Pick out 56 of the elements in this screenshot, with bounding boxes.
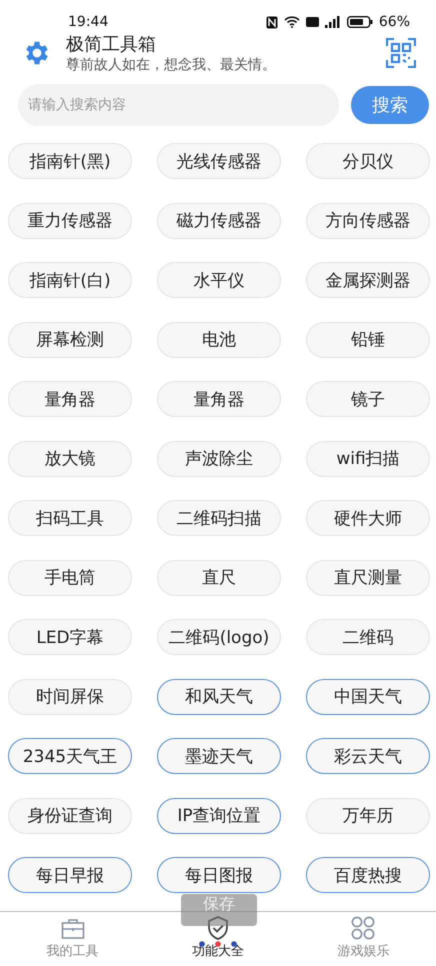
- tool-button[interactable]: 光线传感器: [157, 143, 281, 179]
- app-subtitle: 尊前故人如在，想念我、最关情。: [66, 56, 277, 74]
- tool-button[interactable]: LED字幕: [8, 619, 132, 655]
- tool-button[interactable]: 量角器: [8, 381, 132, 417]
- tool-button[interactable]: 指南针(白): [8, 262, 132, 298]
- tool-button[interactable]: 放大镜: [8, 440, 132, 476]
- qr-scan-icon[interactable]: [386, 38, 416, 68]
- hd-icon: [306, 17, 319, 27]
- tool-button[interactable]: 彩云天气: [306, 738, 430, 774]
- tool-button[interactable]: 二维码(logo): [157, 619, 281, 655]
- tool-button[interactable]: 直尺测量: [306, 560, 430, 596]
- tool-button[interactable]: 手电筒: [8, 560, 132, 596]
- search-field[interactable]: 请输入搜索内容: [18, 84, 339, 126]
- wifi-icon: [284, 16, 300, 28]
- tool-button[interactable]: wifi扫描: [306, 440, 430, 476]
- tool-button[interactable]: 水平仪: [157, 262, 281, 298]
- tool-button[interactable]: 身份证查询: [8, 798, 132, 834]
- tool-button[interactable]: 量角器: [157, 381, 281, 417]
- battery-icon: [346, 16, 373, 28]
- tool-button[interactable]: 直尺: [157, 560, 281, 596]
- tool-button[interactable]: 扫码工具: [8, 500, 132, 536]
- tool-button[interactable]: 二维码扫描: [157, 500, 281, 536]
- tool-button[interactable]: 万年历: [306, 798, 430, 834]
- tool-button[interactable]: 分贝仪: [306, 143, 430, 179]
- tool-button[interactable]: 声波除尘: [157, 440, 281, 476]
- tool-button[interactable]: 时间屏保: [8, 678, 132, 714]
- tool-button[interactable]: 每日早报: [8, 857, 132, 893]
- nav-tab[interactable]: 我的工具: [0, 912, 146, 964]
- tool-button[interactable]: 方向传感器: [306, 202, 430, 238]
- tool-button[interactable]: 百度热搜: [306, 857, 430, 893]
- app-title: 极简工具箱: [66, 33, 157, 56]
- tool-button[interactable]: 墨迹天气: [157, 738, 281, 774]
- tool-button[interactable]: 和风天气: [157, 678, 281, 714]
- tool-button[interactable]: 硬件大师: [306, 500, 430, 536]
- nav-tab[interactable]: 游戏娱乐: [290, 912, 436, 964]
- battery-percent: 66%: [378, 14, 410, 30]
- tool-button[interactable]: 镜子: [306, 381, 430, 417]
- tool-button[interactable]: 中国天气: [306, 678, 430, 714]
- tool-button[interactable]: 磁力传感器: [157, 202, 281, 238]
- tool-button[interactable]: 每日图报: [157, 857, 281, 893]
- status-time: 19:44: [68, 14, 108, 30]
- tool-button[interactable]: 2345天气王: [8, 738, 132, 774]
- clover-icon: [351, 916, 376, 940]
- tool-button[interactable]: 重力传感器: [8, 202, 132, 238]
- tool-button[interactable]: 指南针(黑): [8, 143, 132, 179]
- shield-check-icon: [206, 916, 229, 940]
- tool-button[interactable]: 金属探测器: [306, 262, 430, 298]
- signal-icon: [324, 16, 341, 28]
- tool-button[interactable]: 屏幕检测: [8, 322, 132, 358]
- tool-button[interactable]: 电池: [157, 322, 281, 358]
- tool-button[interactable]: 铅锤: [306, 322, 430, 358]
- toast-message: 保存: [181, 894, 257, 926]
- tool-button[interactable]: IP查询位置: [157, 798, 281, 834]
- tool-button[interactable]: 二维码: [306, 619, 430, 655]
- toolbox-icon: [60, 918, 85, 940]
- nfc-icon: [266, 16, 278, 28]
